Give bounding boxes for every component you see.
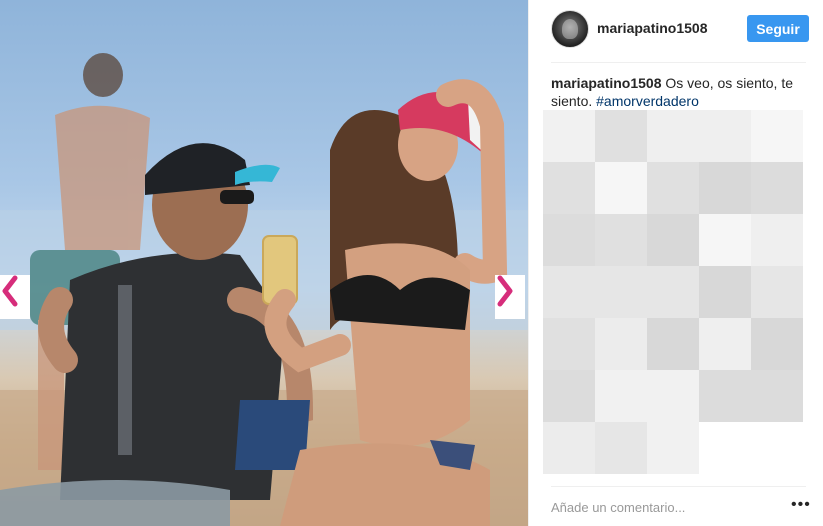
pixelated-comments-area — [543, 110, 823, 480]
pixel-block — [699, 266, 751, 318]
post-caption: mariapatino1508 Os veo, os siento, te si… — [551, 74, 816, 110]
pixel-block — [595, 162, 647, 214]
pixel-block — [647, 318, 699, 370]
more-options-button[interactable]: ••• — [791, 496, 811, 514]
header-divider — [551, 62, 806, 63]
pixel-block — [543, 370, 595, 422]
pixel-block — [751, 214, 803, 266]
pixel-block — [647, 370, 699, 422]
pixel-block — [543, 214, 595, 266]
comment-divider — [551, 486, 806, 487]
pixel-block — [595, 214, 647, 266]
pixel-block — [699, 110, 751, 162]
instagram-post: mariapatino1508 Seguir mariapatino1508 O… — [0, 0, 823, 526]
pixel-block — [543, 318, 595, 370]
chevron-right-icon — [497, 275, 513, 307]
pixel-block — [647, 214, 699, 266]
next-button[interactable] — [495, 275, 525, 319]
pixel-block — [699, 214, 751, 266]
post-photo[interactable] — [0, 0, 528, 526]
pixel-block — [699, 318, 751, 370]
post-header: mariapatino1508 Seguir — [529, 0, 823, 62]
pixel-block — [543, 162, 595, 214]
pixel-block — [751, 318, 803, 370]
pixel-block — [595, 266, 647, 318]
pixel-block — [595, 318, 647, 370]
pixel-block — [543, 110, 595, 162]
previous-button[interactable] — [0, 275, 30, 319]
pixel-block — [751, 266, 803, 318]
pixel-block — [699, 162, 751, 214]
pixel-block — [751, 110, 803, 162]
pixel-block — [543, 422, 595, 474]
beach-scene — [0, 53, 528, 526]
follow-button[interactable]: Seguir — [747, 15, 809, 42]
caption-hashtag[interactable]: #amorverdadero — [596, 93, 699, 109]
pixel-block — [595, 422, 647, 474]
pixel-block — [699, 370, 751, 422]
caption-username[interactable]: mariapatino1508 — [551, 75, 662, 91]
avatar[interactable] — [551, 10, 589, 48]
add-comment-input[interactable]: Añade un comentario... — [551, 500, 685, 515]
pixel-block — [647, 110, 699, 162]
pixel-block — [751, 370, 803, 422]
pixel-block — [647, 422, 699, 474]
pixel-block — [751, 162, 803, 214]
pixel-block — [595, 370, 647, 422]
pixel-block — [595, 110, 647, 162]
pixel-block — [647, 162, 699, 214]
pixel-block — [543, 266, 595, 318]
post-sidebar: mariapatino1508 Seguir mariapatino1508 O… — [528, 0, 823, 526]
header-username[interactable]: mariapatino1508 — [597, 20, 708, 36]
chevron-left-icon — [2, 275, 18, 307]
pixel-block — [647, 266, 699, 318]
